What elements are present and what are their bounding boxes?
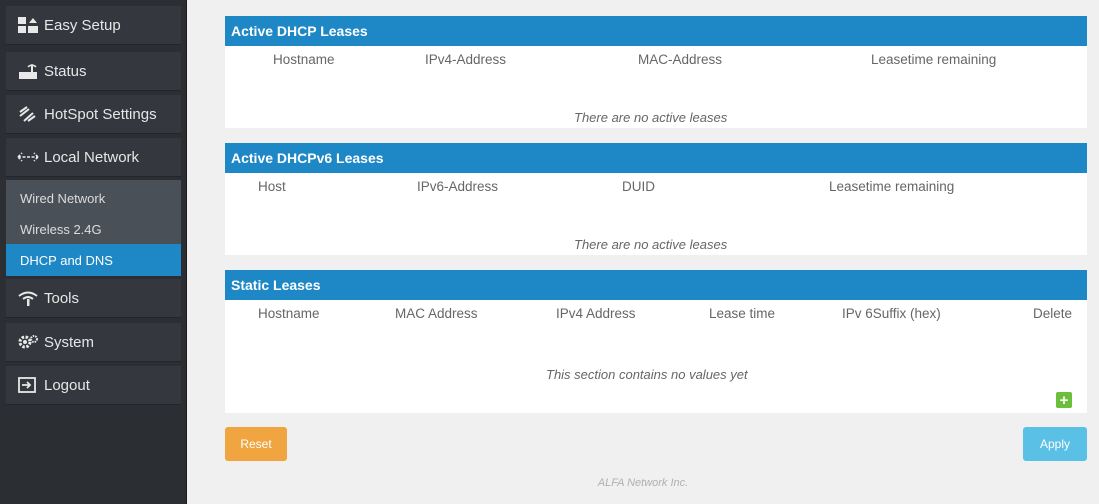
- nav-status[interactable]: Status: [6, 52, 181, 91]
- nav-logout[interactable]: Logout: [6, 366, 181, 405]
- reset-button[interactable]: Reset: [225, 427, 287, 461]
- empty-message: There are no active leases: [574, 237, 728, 252]
- sub-item-label: Wired Network: [20, 190, 106, 206]
- column-header: IPv4 Address: [556, 306, 636, 321]
- static-leases-panel: Static Leases Hostname MAC Address IPv4 …: [225, 270, 1087, 413]
- sub-item-wired-network[interactable]: Wired Network: [6, 182, 181, 214]
- sub-item-dhcp-and-dns[interactable]: DHCP and DNS: [6, 244, 181, 276]
- empty-message: There are no active leases: [574, 110, 728, 125]
- active-dhcpv6-leases-panel: Active DHCPv6 Leases Host IPv6-Address D…: [225, 143, 1087, 255]
- column-header: Leasetime remaining: [829, 179, 955, 194]
- system-icon: [16, 333, 40, 351]
- column-header: MAC Address: [395, 306, 478, 321]
- footer-text: ALFA Network Inc.: [597, 477, 689, 489]
- table-header: Host IPv6-Address DUID Leasetime remaini…: [225, 173, 1087, 203]
- column-header: Hostname: [258, 306, 320, 321]
- nav-label: HotSpot Settings: [44, 105, 157, 123]
- reset-button-label: Reset: [240, 437, 272, 451]
- nav-label: Logout: [44, 376, 90, 394]
- sub-item-wireless-24g[interactable]: Wireless 2.4G: [6, 213, 181, 245]
- nav-label: Tools: [44, 289, 80, 307]
- column-header: Leasetime remaining: [871, 52, 997, 67]
- column-header: Hostname: [273, 52, 335, 67]
- nav-tools[interactable]: Tools: [6, 279, 181, 318]
- column-header: MAC-Address: [638, 52, 723, 67]
- local-network-icon: [16, 148, 40, 166]
- panel-title: Active DHCPv6 Leases: [225, 143, 1087, 173]
- table-header: Hostname MAC Address IPv4 Address Lease …: [225, 300, 1087, 330]
- nav-easy-setup[interactable]: Easy Setup: [6, 6, 181, 45]
- local-network-submenu: Wired Network Wireless 2.4G DHCP and DNS: [6, 180, 181, 276]
- sub-item-label: Wireless 2.4G: [20, 221, 102, 237]
- nav-hotspot-settings[interactable]: HotSpot Settings: [6, 95, 181, 134]
- logout-icon: [16, 376, 40, 394]
- panel-title: Static Leases: [225, 270, 1087, 300]
- nav-label: Easy Setup: [44, 16, 121, 34]
- table-header: Hostname IPv4-Address MAC-Address Leaset…: [225, 46, 1087, 76]
- sidebar: Easy Setup Status HotSpot Settings Local…: [0, 0, 187, 504]
- column-header: IPv 6Suffix (hex): [842, 306, 941, 321]
- main-content: Active DHCP Leases Hostname IPv4-Address…: [187, 0, 1099, 504]
- sidebar-bottom: [6, 408, 181, 504]
- apply-button-label: Apply: [1039, 437, 1071, 451]
- column-header: DUID: [622, 179, 655, 194]
- apply-button[interactable]: Apply: [1023, 427, 1087, 461]
- active-dhcp-leases-panel: Active DHCP Leases Hostname IPv4-Address…: [225, 16, 1087, 128]
- nav-label: System: [44, 333, 95, 351]
- column-header: Lease time: [709, 306, 776, 321]
- status-icon: [16, 62, 40, 80]
- empty-message: This section contains no values yet: [546, 367, 748, 382]
- panel-title: Active DHCP Leases: [225, 16, 1087, 46]
- add-static-lease-button[interactable]: +: [1056, 392, 1072, 408]
- nav-label: Status: [44, 62, 87, 80]
- easy-setup-icon: [16, 16, 40, 34]
- column-header: Host: [258, 179, 286, 194]
- nav-label: Local Network: [44, 148, 140, 166]
- hotspot-icon: [16, 105, 40, 123]
- plus-icon: +: [1059, 391, 1069, 409]
- column-header: IPv6-Address: [417, 179, 499, 194]
- nav-local-network[interactable]: Local Network: [6, 138, 181, 177]
- nav-system[interactable]: System: [6, 323, 181, 362]
- sub-item-label: DHCP and DNS: [20, 252, 113, 268]
- column-header: IPv4-Address: [425, 52, 507, 67]
- tools-icon: [16, 289, 40, 307]
- column-header: Delete: [1033, 306, 1073, 321]
